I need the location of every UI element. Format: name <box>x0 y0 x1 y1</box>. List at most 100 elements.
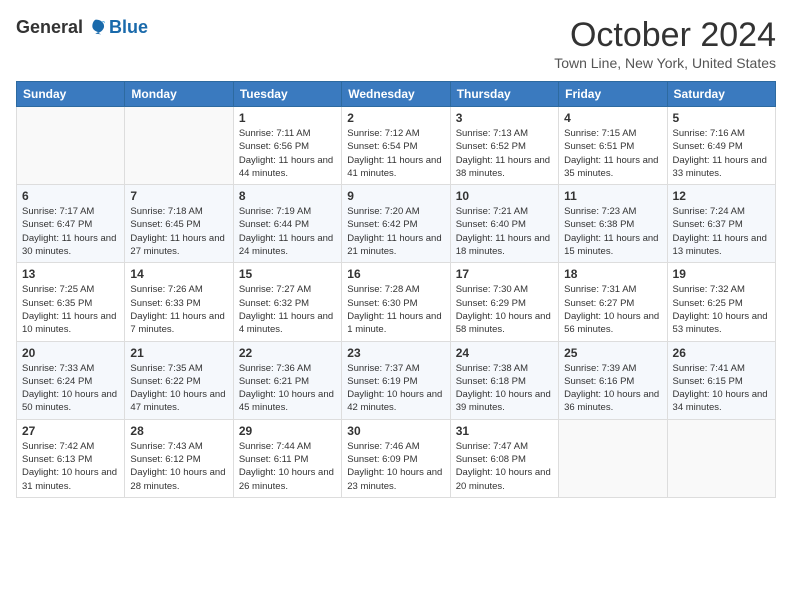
day-info: Sunrise: 7:46 AM Sunset: 6:09 PM Dayligh… <box>347 440 444 493</box>
calendar-header-cell: Thursday <box>450 82 558 107</box>
calendar-day-cell: 31Sunrise: 7:47 AM Sunset: 6:08 PM Dayli… <box>450 419 558 497</box>
logo-bird-icon <box>85 16 107 38</box>
logo: General Blue <box>16 16 148 38</box>
day-number: 1 <box>239 111 336 125</box>
day-info: Sunrise: 7:19 AM Sunset: 6:44 PM Dayligh… <box>239 205 336 258</box>
day-info: Sunrise: 7:17 AM Sunset: 6:47 PM Dayligh… <box>22 205 119 258</box>
calendar-day-cell: 7 Sunrise: 7:18 AM Sunset: 6:45 PM Daylig… <box>125 185 233 263</box>
day-number: 19 <box>673 267 770 281</box>
calendar-day-cell: 27Sunrise: 7:42 AM Sunset: 6:13 PM Dayli… <box>17 419 125 497</box>
day-info: Sunrise: 7:16 AM Sunset: 6:49 PM Dayligh… <box>673 127 770 180</box>
calendar-day-cell: 1 Sunrise: 7:11 AM Sunset: 6:56 PM Daylig… <box>233 107 341 185</box>
calendar-week-row: 27Sunrise: 7:42 AM Sunset: 6:13 PM Dayli… <box>17 419 776 497</box>
calendar-day-cell: 10 Sunrise: 7:21 AM Sunset: 6:40 PM Dayli… <box>450 185 558 263</box>
calendar-header-cell: Tuesday <box>233 82 341 107</box>
day-info: Sunrise: 7:15 AM Sunset: 6:51 PM Dayligh… <box>564 127 661 180</box>
day-number: 11 <box>564 189 661 203</box>
day-number: 18 <box>564 267 661 281</box>
title-section: October 2024 Town Line, New York, United… <box>554 16 776 71</box>
day-info: Sunrise: 7:32 AM Sunset: 6:25 PM Dayligh… <box>673 283 770 336</box>
day-info: Sunrise: 7:35 AM Sunset: 6:22 PM Dayligh… <box>130 362 227 415</box>
calendar-day-cell <box>17 107 125 185</box>
calendar-day-cell: 17Sunrise: 7:30 AM Sunset: 6:29 PM Dayli… <box>450 263 558 341</box>
day-info: Sunrise: 7:44 AM Sunset: 6:11 PM Dayligh… <box>239 440 336 493</box>
day-info: Sunrise: 7:47 AM Sunset: 6:08 PM Dayligh… <box>456 440 553 493</box>
day-info: Sunrise: 7:27 AM Sunset: 6:32 PM Dayligh… <box>239 283 336 336</box>
day-number: 20 <box>22 346 119 360</box>
calendar-day-cell: 20Sunrise: 7:33 AM Sunset: 6:24 PM Dayli… <box>17 341 125 419</box>
day-number: 25 <box>564 346 661 360</box>
calendar-day-cell: 11 Sunrise: 7:23 AM Sunset: 6:38 PM Dayli… <box>559 185 667 263</box>
calendar-day-cell <box>667 419 775 497</box>
location-title: Town Line, New York, United States <box>554 55 776 71</box>
calendar-day-cell: 29 Sunrise: 7:44 AM Sunset: 6:11 PM Dayli… <box>233 419 341 497</box>
day-number: 9 <box>347 189 444 203</box>
calendar-day-cell <box>125 107 233 185</box>
calendar-day-cell: 21 Sunrise: 7:35 AM Sunset: 6:22 PM Dayli… <box>125 341 233 419</box>
calendar-day-cell <box>559 419 667 497</box>
calendar-day-cell: 16 Sunrise: 7:28 AM Sunset: 6:30 PM Dayli… <box>342 263 450 341</box>
day-number: 22 <box>239 346 336 360</box>
calendar-day-cell: 24Sunrise: 7:38 AM Sunset: 6:18 PM Dayli… <box>450 341 558 419</box>
day-number: 26 <box>673 346 770 360</box>
day-info: Sunrise: 7:18 AM Sunset: 6:45 PM Dayligh… <box>130 205 227 258</box>
day-info: Sunrise: 7:13 AM Sunset: 6:52 PM Dayligh… <box>456 127 553 180</box>
calendar-week-row: 13Sunrise: 7:25 AM Sunset: 6:35 PM Dayli… <box>17 263 776 341</box>
day-number: 28 <box>130 424 227 438</box>
day-number: 5 <box>673 111 770 125</box>
month-title: October 2024 <box>554 16 776 55</box>
day-number: 16 <box>347 267 444 281</box>
day-number: 4 <box>564 111 661 125</box>
calendar-day-cell: 2 Sunrise: 7:12 AM Sunset: 6:54 PM Daylig… <box>342 107 450 185</box>
day-info: Sunrise: 7:26 AM Sunset: 6:33 PM Dayligh… <box>130 283 227 336</box>
calendar-day-cell: 3 Sunrise: 7:13 AM Sunset: 6:52 PM Daylig… <box>450 107 558 185</box>
day-number: 8 <box>239 189 336 203</box>
day-info: Sunrise: 7:30 AM Sunset: 6:29 PM Dayligh… <box>456 283 553 336</box>
calendar-day-cell: 6Sunrise: 7:17 AM Sunset: 6:47 PM Daylig… <box>17 185 125 263</box>
day-number: 15 <box>239 267 336 281</box>
day-number: 3 <box>456 111 553 125</box>
calendar-table: SundayMondayTuesdayWednesdayThursdayFrid… <box>16 81 776 498</box>
day-info: Sunrise: 7:41 AM Sunset: 6:15 PM Dayligh… <box>673 362 770 415</box>
day-info: Sunrise: 7:39 AM Sunset: 6:16 PM Dayligh… <box>564 362 661 415</box>
day-number: 12 <box>673 189 770 203</box>
calendar-day-cell: 22 Sunrise: 7:36 AM Sunset: 6:21 PM Dayli… <box>233 341 341 419</box>
calendar-day-cell: 28 Sunrise: 7:43 AM Sunset: 6:12 PM Dayli… <box>125 419 233 497</box>
day-info: Sunrise: 7:43 AM Sunset: 6:12 PM Dayligh… <box>130 440 227 493</box>
calendar-header-cell: Monday <box>125 82 233 107</box>
calendar-day-cell: 9 Sunrise: 7:20 AM Sunset: 6:42 PM Daylig… <box>342 185 450 263</box>
calendar-week-row: 1 Sunrise: 7:11 AM Sunset: 6:56 PM Daylig… <box>17 107 776 185</box>
calendar-day-cell: 12Sunrise: 7:24 AM Sunset: 6:37 PM Dayli… <box>667 185 775 263</box>
day-number: 7 <box>130 189 227 203</box>
day-number: 24 <box>456 346 553 360</box>
calendar-day-cell: 5 Sunrise: 7:16 AM Sunset: 6:49 PM Daylig… <box>667 107 775 185</box>
calendar-header-cell: Saturday <box>667 82 775 107</box>
day-number: 10 <box>456 189 553 203</box>
day-info: Sunrise: 7:12 AM Sunset: 6:54 PM Dayligh… <box>347 127 444 180</box>
calendar-day-cell: 15 Sunrise: 7:27 AM Sunset: 6:32 PM Dayli… <box>233 263 341 341</box>
day-number: 14 <box>130 267 227 281</box>
calendar-week-row: 6Sunrise: 7:17 AM Sunset: 6:47 PM Daylig… <box>17 185 776 263</box>
calendar-day-cell: 30 Sunrise: 7:46 AM Sunset: 6:09 PM Dayli… <box>342 419 450 497</box>
day-info: Sunrise: 7:20 AM Sunset: 6:42 PM Dayligh… <box>347 205 444 258</box>
day-number: 30 <box>347 424 444 438</box>
calendar-header-cell: Friday <box>559 82 667 107</box>
day-number: 2 <box>347 111 444 125</box>
day-number: 23 <box>347 346 444 360</box>
calendar-day-cell: 13Sunrise: 7:25 AM Sunset: 6:35 PM Dayli… <box>17 263 125 341</box>
day-number: 21 <box>130 346 227 360</box>
day-info: Sunrise: 7:21 AM Sunset: 6:40 PM Dayligh… <box>456 205 553 258</box>
calendar-day-cell: 19 Sunrise: 7:32 AM Sunset: 6:25 PM Dayli… <box>667 263 775 341</box>
day-info: Sunrise: 7:31 AM Sunset: 6:27 PM Dayligh… <box>564 283 661 336</box>
day-info: Sunrise: 7:23 AM Sunset: 6:38 PM Dayligh… <box>564 205 661 258</box>
calendar-day-cell: 14 Sunrise: 7:26 AM Sunset: 6:33 PM Dayli… <box>125 263 233 341</box>
page-header: General Blue October 2024 Town Line, New… <box>16 16 776 71</box>
day-info: Sunrise: 7:36 AM Sunset: 6:21 PM Dayligh… <box>239 362 336 415</box>
calendar-day-cell: 25 Sunrise: 7:39 AM Sunset: 6:16 PM Dayli… <box>559 341 667 419</box>
day-info: Sunrise: 7:28 AM Sunset: 6:30 PM Dayligh… <box>347 283 444 336</box>
calendar-header-cell: Sunday <box>17 82 125 107</box>
calendar-day-cell: 4 Sunrise: 7:15 AM Sunset: 6:51 PM Daylig… <box>559 107 667 185</box>
logo-blue: Blue <box>109 17 148 38</box>
day-number: 29 <box>239 424 336 438</box>
day-info: Sunrise: 7:11 AM Sunset: 6:56 PM Dayligh… <box>239 127 336 180</box>
